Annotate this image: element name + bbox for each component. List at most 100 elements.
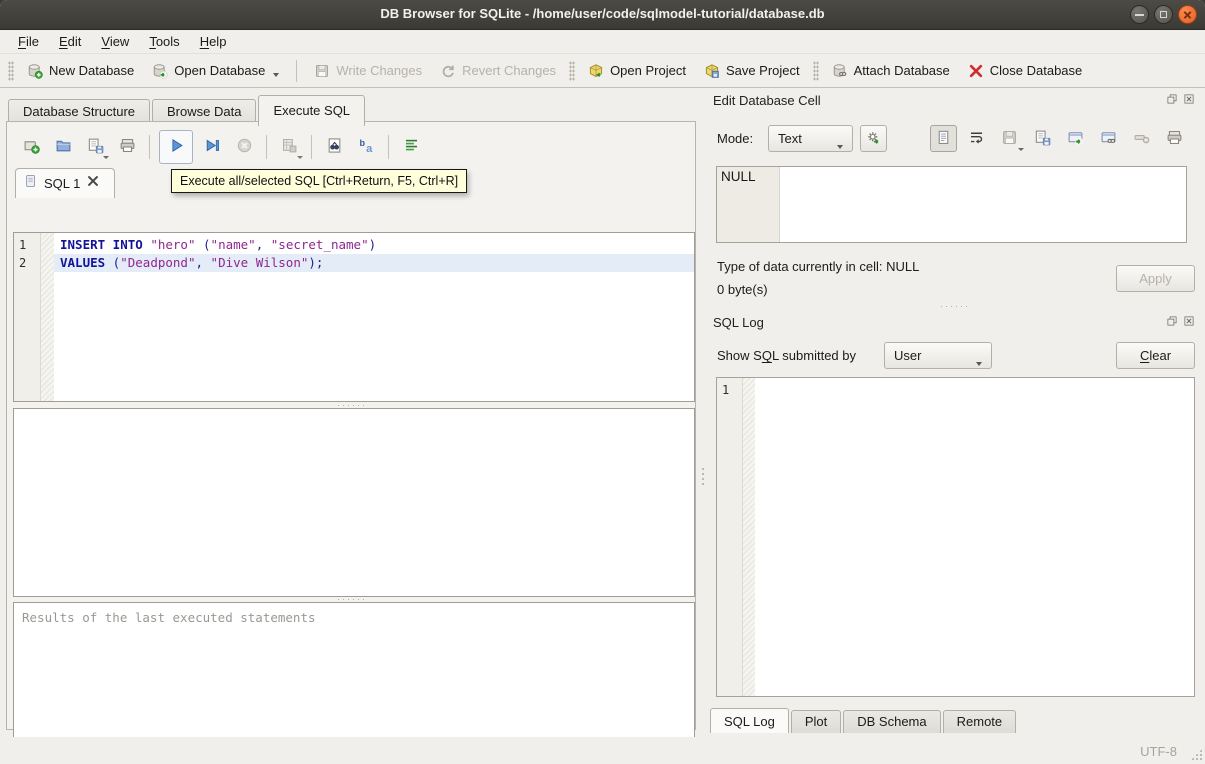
open-sql-file-button[interactable]: [50, 134, 76, 160]
save-results-button[interactable]: [276, 134, 302, 160]
chevron-down-icon: [297, 156, 303, 159]
encoding-indicator: UTF-8: [1140, 744, 1177, 759]
toolbar-handle[interactable]: [813, 61, 819, 81]
sql-log-dock-controls: [1165, 315, 1195, 328]
tab-plot[interactable]: Plot: [791, 710, 841, 733]
dock-splitter[interactable]: [700, 468, 705, 485]
save-project-button[interactable]: Save Project: [695, 59, 809, 83]
results-grid[interactable]: [13, 408, 695, 597]
results-message-pane[interactable]: Results of the last executed statements: [13, 602, 695, 757]
save-project-label: Save Project: [726, 63, 800, 78]
save-sql-file-button[interactable]: [82, 134, 108, 160]
import-data-button[interactable]: [996, 125, 1023, 152]
open-in-external-button[interactable]: [1062, 125, 1089, 152]
menu-view[interactable]: View: [91, 32, 139, 51]
stop-execution-button[interactable]: [231, 134, 257, 160]
svg-text:a: a: [366, 143, 373, 154]
find-replace-button[interactable]: ba: [353, 134, 379, 160]
open-database-button[interactable]: Open Database: [143, 59, 288, 83]
copy-link-button[interactable]: [1095, 125, 1122, 152]
clear-log-button[interactable]: Clear: [1116, 342, 1195, 369]
code-token: "hero": [150, 237, 195, 252]
tab-execute-sql[interactable]: Execute SQL: [258, 95, 365, 126]
floppy-gray-icon: [1001, 129, 1018, 149]
find-button[interactable]: [321, 134, 347, 160]
export-data-button[interactable]: [1029, 125, 1056, 152]
app-window: DB Browser for SQLite - /home/user/code/…: [0, 0, 1205, 764]
gear-icon: [865, 129, 882, 149]
toolbar-handle[interactable]: [8, 61, 14, 81]
mode-label: Mode:: [717, 131, 753, 146]
project-save-icon: [704, 63, 720, 79]
close-database-button[interactable]: Close Database: [959, 59, 1092, 83]
printer-icon: [119, 137, 136, 157]
sql-log-close-button[interactable]: [1182, 315, 1195, 328]
chevron-down-icon: [976, 362, 982, 366]
replace-icon: ba: [358, 137, 375, 157]
code-line: INSERT INTO "hero" ("name", "secret_name…: [54, 236, 694, 254]
mode-select[interactable]: Text: [768, 125, 853, 152]
printer-icon: [1166, 129, 1183, 149]
tab-remote[interactable]: Remote: [943, 710, 1017, 733]
menu-edit-label: dit: [68, 34, 82, 49]
new-sql-tab-button[interactable]: [18, 134, 44, 160]
sql-code-editor[interactable]: 12 INSERT INTO "hero" ("name", "secret_n…: [13, 232, 695, 402]
print-cell-button[interactable]: [1161, 125, 1188, 152]
code-token: );: [308, 255, 323, 270]
maximize-button[interactable]: [1154, 5, 1173, 24]
results-placeholder-text: Results of the last executed statements: [14, 603, 694, 625]
code-area[interactable]: INSERT INTO "hero" ("name", "secret_name…: [54, 233, 694, 401]
log-filter-label: Show SQL submitted by: [717, 348, 856, 363]
format-sql-button[interactable]: [398, 134, 424, 160]
attach-database-button[interactable]: Attach Database: [823, 59, 959, 83]
write-changes-button[interactable]: Write Changes: [305, 59, 431, 83]
db-new-icon: [27, 63, 43, 79]
revert-changes-button[interactable]: Revert Changes: [431, 59, 565, 83]
minimize-button[interactable]: [1130, 5, 1149, 24]
open-project-button[interactable]: Open Project: [579, 59, 695, 83]
execute-all-button[interactable]: [159, 130, 193, 164]
menu-help[interactable]: Help: [190, 32, 237, 51]
menu-tools[interactable]: Tools: [139, 32, 189, 51]
cell-value-editor[interactable]: NULL: [716, 166, 1187, 243]
edit-cell-close-button[interactable]: [1182, 93, 1195, 106]
text-format-button[interactable]: [930, 125, 957, 152]
execute-current-line-button[interactable]: [199, 134, 225, 160]
menubar: FileEditViewToolsHelp: [0, 30, 1205, 54]
log-filter-label-accel: Q: [762, 348, 772, 363]
log-filter-select[interactable]: User: [884, 342, 992, 369]
toolbar-separator: [296, 60, 297, 82]
statusbar: UTF-8: [0, 737, 1205, 764]
apply-button[interactable]: Apply: [1116, 265, 1195, 292]
resize-grip[interactable]: [1191, 749, 1202, 760]
menu-file[interactable]: File: [8, 32, 49, 51]
sql-log-view[interactable]: 1: [716, 377, 1195, 697]
code-token: "secret_name": [271, 237, 369, 252]
close-button[interactable]: [1178, 5, 1197, 24]
win-link-icon: [1100, 129, 1117, 149]
code-token: VALUES: [60, 255, 105, 270]
sql-document-icon: [24, 174, 38, 193]
save-results-icon: [281, 137, 298, 157]
float-icon: [1166, 93, 1178, 108]
tab-sql-log[interactable]: SQL Log: [710, 708, 789, 733]
menu-edit[interactable]: Edit: [49, 32, 91, 51]
word-wrap-button[interactable]: [963, 125, 990, 152]
sql-log-float-button[interactable]: [1165, 315, 1178, 328]
save-file-icon: [1034, 129, 1051, 149]
line-number: 2: [14, 254, 40, 272]
toolbar-handle[interactable]: [569, 61, 575, 81]
sql-document-tab[interactable]: SQL 1: [15, 168, 115, 198]
new-database-button[interactable]: New Database: [18, 59, 143, 83]
menu-help-accel: H: [200, 34, 209, 49]
set-null-button[interactable]: [1128, 125, 1155, 152]
dock-splitter[interactable]: ······: [940, 304, 970, 309]
tab-db-schema[interactable]: DB Schema: [843, 710, 940, 733]
save-file-icon: [87, 137, 104, 157]
edit-cell-float-button[interactable]: [1165, 93, 1178, 106]
project-open-icon: [588, 63, 604, 79]
auto-switch-mode-button[interactable]: [860, 125, 887, 152]
print-sql-button[interactable]: [114, 134, 140, 160]
sql-document-close-icon[interactable]: [86, 174, 100, 193]
open-database-label: Open Database: [174, 63, 265, 78]
